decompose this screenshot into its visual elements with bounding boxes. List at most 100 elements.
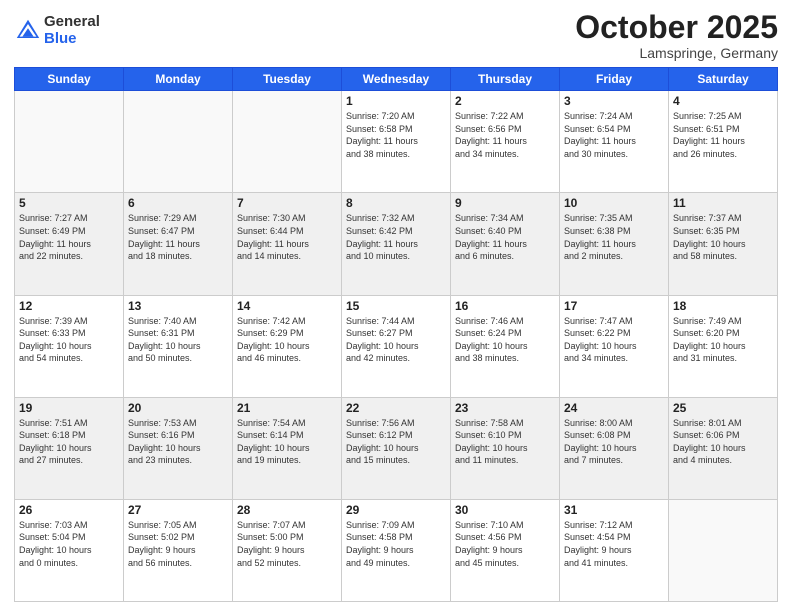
logo-blue-text: Blue	[44, 31, 100, 48]
col-saturday: Saturday	[669, 68, 778, 91]
day-info: Sunrise: 7:29 AM Sunset: 6:47 PM Dayligh…	[128, 212, 228, 262]
day-info: Sunrise: 7:46 AM Sunset: 6:24 PM Dayligh…	[455, 315, 555, 365]
day-number: 22	[346, 401, 446, 415]
calendar-header-row: Sunday Monday Tuesday Wednesday Thursday…	[15, 68, 778, 91]
table-row: 8Sunrise: 7:32 AM Sunset: 6:42 PM Daylig…	[342, 193, 451, 295]
calendar-week-2: 5 Sunrise: 7:27 AM Sunset: 6:49 PM Daylig…	[15, 193, 778, 295]
day-number: 5	[19, 196, 119, 210]
day-info: Sunrise: 7:20 AM Sunset: 6:58 PM Dayligh…	[346, 110, 446, 160]
day-number: 11	[673, 196, 773, 210]
table-row: 20 Sunrise: 7:53 AM Sunset: 6:16 PM Dayli…	[124, 397, 233, 499]
day-number: 17	[564, 299, 664, 313]
col-tuesday: Tuesday	[233, 68, 342, 91]
table-row: 22Sunrise: 7:56 AM Sunset: 6:12 PM Dayli…	[342, 397, 451, 499]
day-info: Sunrise: 8:00 AM Sunset: 6:08 PM Dayligh…	[564, 417, 664, 467]
table-row	[124, 91, 233, 193]
day-number: 16	[455, 299, 555, 313]
table-row: 23 Sunrise: 7:58 AM Sunset: 6:10 PM Dayli…	[451, 397, 560, 499]
table-row: 13 Sunrise: 7:40 AM Sunset: 6:31 PM Dayli…	[124, 295, 233, 397]
table-row	[669, 499, 778, 601]
day-number: 27	[128, 503, 228, 517]
table-row: 30 Sunrise: 7:10 AM Sunset: 4:56 PM Dayli…	[451, 499, 560, 601]
day-number: 19	[19, 401, 119, 415]
table-row: 4 Sunrise: 7:25 AM Sunset: 6:51 PM Daylig…	[669, 91, 778, 193]
day-info: Sunrise: 7:49 AM Sunset: 6:20 PM Dayligh…	[673, 315, 773, 365]
day-info: Sunrise: 7:27 AM Sunset: 6:49 PM Dayligh…	[19, 212, 119, 262]
day-number: 7	[237, 196, 337, 210]
day-number: 26	[19, 503, 119, 517]
day-number: 8	[346, 196, 446, 210]
logo-text: General Blue	[44, 14, 100, 47]
page: General Blue October 2025 Lamspringe, Ge…	[0, 0, 792, 612]
day-number: 2	[455, 94, 555, 108]
day-info: Sunrise: 7:51 AM Sunset: 6:18 PM Dayligh…	[19, 417, 119, 467]
header: General Blue October 2025 Lamspringe, Ge…	[14, 10, 778, 61]
table-row: 27 Sunrise: 7:05 AM Sunset: 5:02 PM Dayli…	[124, 499, 233, 601]
calendar-location: Lamspringe, Germany	[575, 45, 778, 61]
day-info: Sunrise: 7:07 AM Sunset: 5:00 PM Dayligh…	[237, 519, 337, 569]
day-info: Sunrise: 7:30 AM Sunset: 6:44 PM Dayligh…	[237, 212, 337, 262]
day-number: 15	[346, 299, 446, 313]
day-info: Sunrise: 7:37 AM Sunset: 6:35 PM Dayligh…	[673, 212, 773, 262]
day-info: Sunrise: 7:12 AM Sunset: 4:54 PM Dayligh…	[564, 519, 664, 569]
col-monday: Monday	[124, 68, 233, 91]
day-number: 21	[237, 401, 337, 415]
day-number: 6	[128, 196, 228, 210]
table-row: 5 Sunrise: 7:27 AM Sunset: 6:49 PM Daylig…	[15, 193, 124, 295]
table-row: 1 Sunrise: 7:20 AM Sunset: 6:58 PM Daylig…	[342, 91, 451, 193]
day-number: 20	[128, 401, 228, 415]
day-number: 13	[128, 299, 228, 313]
calendar-week-4: 19 Sunrise: 7:51 AM Sunset: 6:18 PM Dayli…	[15, 397, 778, 499]
table-row: 24 Sunrise: 8:00 AM Sunset: 6:08 PM Dayli…	[560, 397, 669, 499]
day-number: 29	[346, 503, 446, 517]
day-info: Sunrise: 7:39 AM Sunset: 6:33 PM Dayligh…	[19, 315, 119, 365]
logo-icon	[14, 17, 42, 45]
day-info: Sunrise: 7:53 AM Sunset: 6:16 PM Dayligh…	[128, 417, 228, 467]
table-row: 26Sunrise: 7:03 AM Sunset: 5:04 PM Dayli…	[15, 499, 124, 601]
day-number: 30	[455, 503, 555, 517]
day-info: Sunrise: 7:47 AM Sunset: 6:22 PM Dayligh…	[564, 315, 664, 365]
day-number: 28	[237, 503, 337, 517]
day-info: Sunrise: 7:09 AM Sunset: 4:58 PM Dayligh…	[346, 519, 446, 569]
day-number: 31	[564, 503, 664, 517]
day-number: 12	[19, 299, 119, 313]
day-info: Sunrise: 7:58 AM Sunset: 6:10 PM Dayligh…	[455, 417, 555, 467]
table-row: 10Sunrise: 7:35 AM Sunset: 6:38 PM Dayli…	[560, 193, 669, 295]
day-info: Sunrise: 7:10 AM Sunset: 4:56 PM Dayligh…	[455, 519, 555, 569]
day-info: Sunrise: 7:44 AM Sunset: 6:27 PM Dayligh…	[346, 315, 446, 365]
logo: General Blue	[14, 14, 100, 47]
day-number: 18	[673, 299, 773, 313]
table-row	[233, 91, 342, 193]
day-number: 9	[455, 196, 555, 210]
table-row: 21 Sunrise: 7:54 AM Sunset: 6:14 PM Dayli…	[233, 397, 342, 499]
table-row: 18 Sunrise: 7:49 AM Sunset: 6:20 PM Dayli…	[669, 295, 778, 397]
day-info: Sunrise: 7:22 AM Sunset: 6:56 PM Dayligh…	[455, 110, 555, 160]
table-row: 3Sunrise: 7:24 AM Sunset: 6:54 PM Daylig…	[560, 91, 669, 193]
table-row: 2 Sunrise: 7:22 AM Sunset: 6:56 PM Daylig…	[451, 91, 560, 193]
calendar-table: Sunday Monday Tuesday Wednesday Thursday…	[14, 67, 778, 602]
day-number: 23	[455, 401, 555, 415]
day-info: Sunrise: 8:01 AM Sunset: 6:06 PM Dayligh…	[673, 417, 773, 467]
col-thursday: Thursday	[451, 68, 560, 91]
day-info: Sunrise: 7:54 AM Sunset: 6:14 PM Dayligh…	[237, 417, 337, 467]
day-info: Sunrise: 7:40 AM Sunset: 6:31 PM Dayligh…	[128, 315, 228, 365]
day-number: 1	[346, 94, 446, 108]
table-row: 16 Sunrise: 7:46 AM Sunset: 6:24 PM Dayli…	[451, 295, 560, 397]
day-number: 4	[673, 94, 773, 108]
col-wednesday: Wednesday	[342, 68, 451, 91]
day-info: Sunrise: 7:25 AM Sunset: 6:51 PM Dayligh…	[673, 110, 773, 160]
day-number: 24	[564, 401, 664, 415]
day-info: Sunrise: 7:35 AM Sunset: 6:38 PM Dayligh…	[564, 212, 664, 262]
table-row: 14Sunrise: 7:42 AM Sunset: 6:29 PM Dayli…	[233, 295, 342, 397]
table-row	[15, 91, 124, 193]
calendar-week-3: 12 Sunrise: 7:39 AM Sunset: 6:33 PM Dayli…	[15, 295, 778, 397]
col-sunday: Sunday	[15, 68, 124, 91]
table-row: 9Sunrise: 7:34 AM Sunset: 6:40 PM Daylig…	[451, 193, 560, 295]
table-row: 28 Sunrise: 7:07 AM Sunset: 5:00 PM Dayli…	[233, 499, 342, 601]
table-row: 12 Sunrise: 7:39 AM Sunset: 6:33 PM Dayli…	[15, 295, 124, 397]
day-number: 3	[564, 94, 664, 108]
logo-general-text: General	[44, 14, 100, 31]
calendar-week-5: 26Sunrise: 7:03 AM Sunset: 5:04 PM Dayli…	[15, 499, 778, 601]
day-number: 25	[673, 401, 773, 415]
day-info: Sunrise: 7:05 AM Sunset: 5:02 PM Dayligh…	[128, 519, 228, 569]
